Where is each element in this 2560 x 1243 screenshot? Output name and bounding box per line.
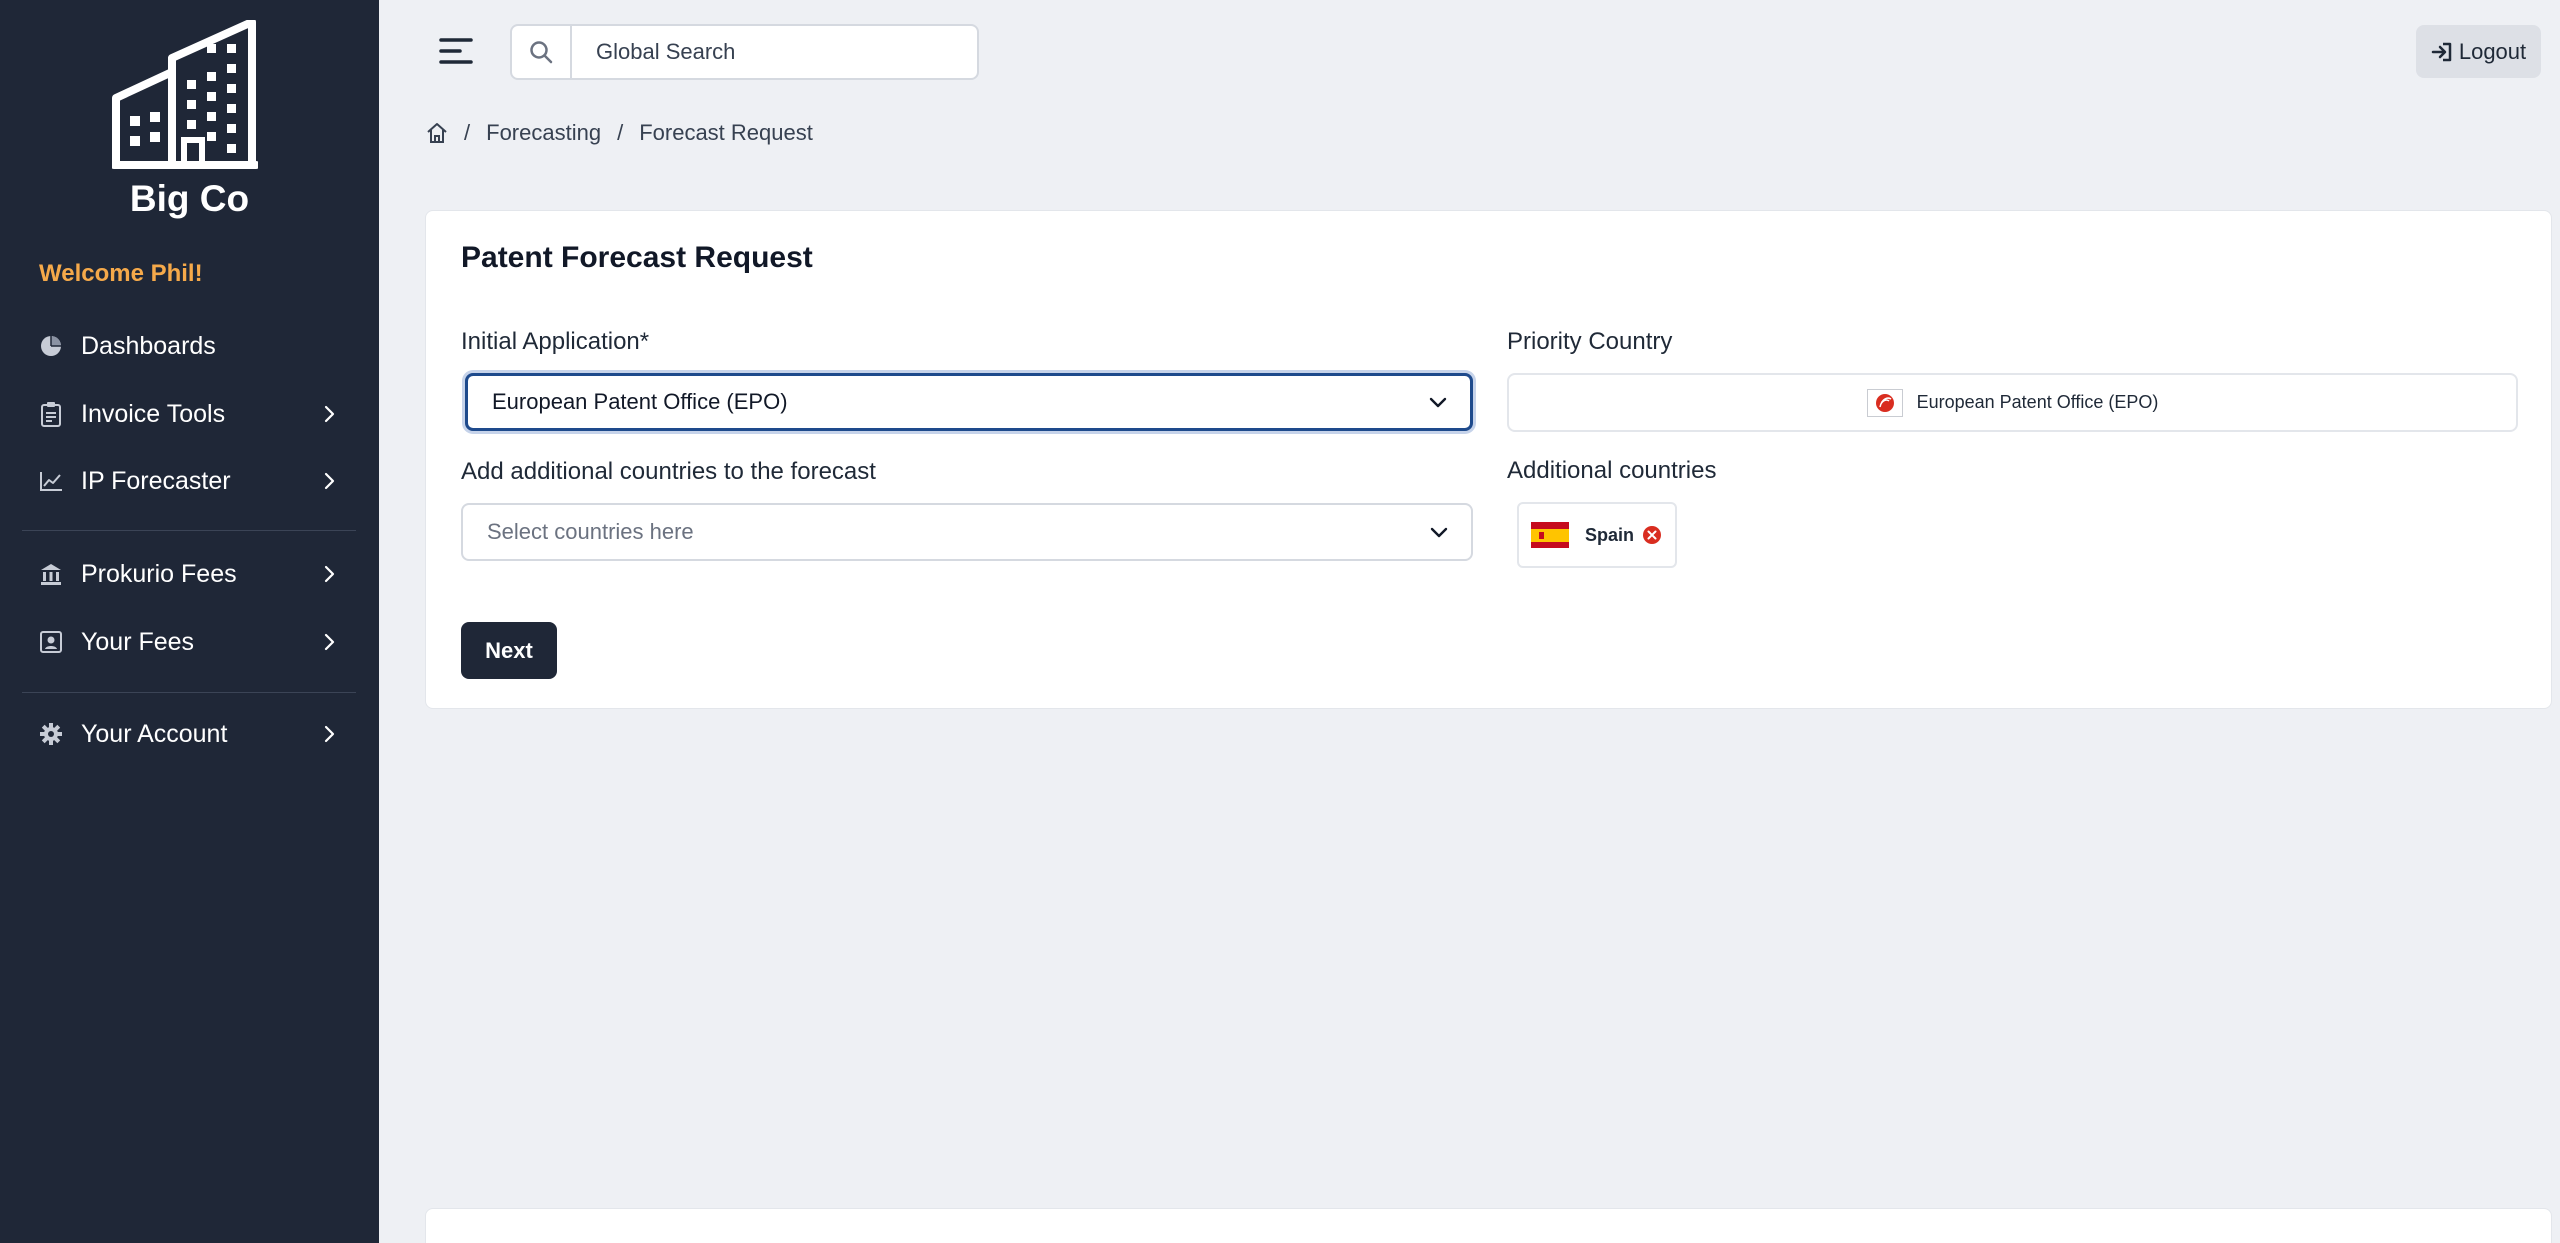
chevron-down-icon xyxy=(1430,527,1448,538)
logout-icon xyxy=(2431,42,2452,61)
breadcrumb-separator: / xyxy=(617,120,624,145)
initial-application-value: European Patent Office (EPO) xyxy=(492,389,788,414)
home-icon[interactable] xyxy=(426,122,448,144)
nav-divider xyxy=(22,530,356,531)
epo-flag-icon xyxy=(1866,388,1903,417)
remove-country-icon[interactable] xyxy=(1642,525,1662,545)
add-countries-placeholder: Select countries here xyxy=(487,519,694,544)
breadcrumb-forecasting[interactable]: Forecasting xyxy=(486,120,601,146)
sidebar-item-your-account[interactable]: Your Account xyxy=(0,707,379,761)
clipboard-icon xyxy=(38,401,64,427)
user-card-icon xyxy=(38,629,64,655)
country-chip-label: Spain xyxy=(1585,524,1635,545)
page-title: Patent Forecast Request xyxy=(461,241,813,274)
chevron-right-icon xyxy=(324,405,335,423)
sidebar-item-label: IP Forecaster xyxy=(81,466,231,495)
search-icon[interactable] xyxy=(512,26,572,78)
hamburger-menu-icon[interactable] xyxy=(438,36,474,66)
welcome-message: Welcome Phil! xyxy=(39,260,203,287)
sidebar-item-dashboards[interactable]: Dashboards xyxy=(0,319,379,373)
sidebar-item-label: Prokurio Fees xyxy=(81,559,237,588)
initial-application-select[interactable]: European Patent Office (EPO) xyxy=(465,373,1473,431)
building-logo-icon xyxy=(112,20,258,169)
logout-label: Logout xyxy=(2458,38,2527,64)
sidebar-item-ip-forecaster[interactable]: IP Forecaster xyxy=(0,454,379,508)
brand-name: Big Co xyxy=(129,178,250,219)
priority-country-value: European Patent Office (EPO) xyxy=(1916,392,2159,412)
spain-flag-icon xyxy=(1531,522,1569,548)
sidebar-item-your-fees[interactable]: Your Fees xyxy=(0,615,379,669)
global-search xyxy=(510,24,979,80)
chevron-right-icon xyxy=(324,633,335,651)
chevron-right-icon xyxy=(324,472,335,490)
sidebar-item-label: Your Fees xyxy=(81,627,195,656)
initial-application-label: Initial Application* xyxy=(461,328,650,355)
logout-button[interactable]: Logout xyxy=(2416,25,2541,78)
priority-country-label: Priority Country xyxy=(1507,328,1673,355)
sidebar: Big Co Welcome Phil! Dashboards Invoice … xyxy=(0,0,379,1243)
priority-country-display: European Patent Office (EPO) xyxy=(1507,373,2518,432)
chevron-right-icon xyxy=(324,565,335,583)
sidebar-item-label: Your Account xyxy=(81,719,228,748)
next-button[interactable]: Next xyxy=(461,622,557,679)
sidebar-item-prokurio-fees[interactable]: Prokurio Fees xyxy=(0,547,379,601)
forecast-request-card: Patent Forecast Request Initial Applicat… xyxy=(425,210,2552,709)
sidebar-item-invoice-tools[interactable]: Invoice Tools xyxy=(0,387,379,441)
breadcrumb-forecast-request: Forecast Request xyxy=(639,120,813,145)
pie-chart-icon xyxy=(38,333,64,359)
sidebar-item-label: Invoice Tools xyxy=(81,399,226,428)
add-countries-select[interactable]: Select countries here xyxy=(461,503,1473,561)
chevron-right-icon xyxy=(324,725,335,743)
gear-icon xyxy=(38,721,64,747)
breadcrumb: / Forecasting / Forecast Request xyxy=(426,120,813,146)
nav-divider xyxy=(22,692,356,693)
country-chip-spain: Spain xyxy=(1517,502,1677,568)
line-chart-icon xyxy=(38,468,64,494)
bank-icon xyxy=(38,561,64,587)
breadcrumb-separator: / xyxy=(464,120,471,145)
sidebar-item-label: Dashboards xyxy=(81,331,216,360)
add-countries-label: Add additional countries to the forecast xyxy=(461,458,876,485)
secondary-card xyxy=(425,1208,2552,1243)
global-search-input[interactable] xyxy=(572,26,977,78)
chevron-down-icon xyxy=(1429,397,1447,408)
selected-countries-label: Additional countries xyxy=(1507,457,1717,484)
